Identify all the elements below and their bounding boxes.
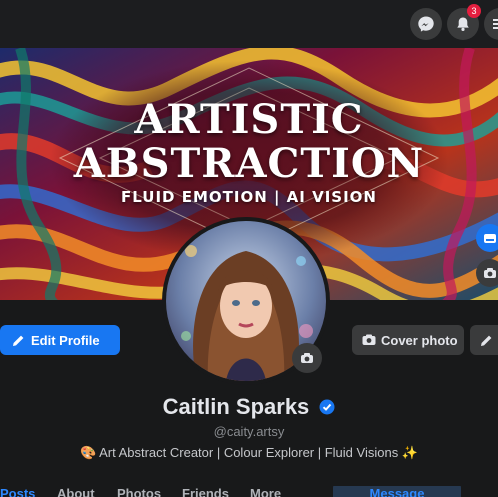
- camera-icon: [362, 334, 376, 345]
- tab-more[interactable]: More: [250, 486, 281, 497]
- side-camera-button[interactable]: [476, 259, 498, 287]
- profile-picture-frame[interactable]: [162, 217, 330, 385]
- cover-subtitle: FLUID EMOTION | AI VISION: [121, 188, 377, 206]
- messenger-button[interactable]: [410, 8, 442, 40]
- profile-name: Caitlin Sparks: [162, 394, 310, 419]
- cover-title-line2: ABSTRACTION: [73, 140, 425, 187]
- bell-icon: [457, 17, 469, 31]
- tab-posts[interactable]: Posts: [0, 486, 35, 497]
- pencil-icon: [13, 335, 24, 346]
- cover-title-line1: ARTISTIC: [134, 96, 364, 143]
- message-button[interactable]: Message: [333, 486, 461, 497]
- profile-bio: 🎨 Art Abstract Creator | Colour Explorer…: [79, 445, 418, 460]
- notifications-button[interactable]: 3: [447, 4, 481, 40]
- top-bar: 3: [0, 0, 498, 48]
- menu-button[interactable]: [484, 8, 498, 40]
- profile-tabs: Posts About Photos Friends More Message: [0, 486, 498, 497]
- menu-icon: [493, 19, 498, 29]
- message-label: Message: [369, 486, 425, 497]
- cover-photo-label: Cover photo: [381, 332, 458, 348]
- verified-badge-icon: [319, 399, 335, 415]
- cover-photo-button[interactable]: Cover photo: [352, 325, 464, 355]
- profile-card-icon: [484, 234, 496, 243]
- pencil-icon: [481, 335, 492, 346]
- camera-icon: [484, 268, 496, 278]
- profile-handle: @caity.artsy: [213, 424, 285, 439]
- camera-icon: [301, 353, 313, 363]
- edit-cover-button[interactable]: [470, 325, 498, 355]
- edit-profile-label: Edit Profile: [31, 332, 100, 348]
- notification-count-badge: 3: [467, 4, 481, 18]
- side-action-button[interactable]: [476, 224, 498, 252]
- tab-photos[interactable]: Photos: [117, 486, 161, 497]
- tab-friends[interactable]: Friends: [182, 486, 229, 497]
- profile-name-row: Caitlin Sparks: [0, 394, 498, 420]
- avatar-camera-button[interactable]: [292, 343, 322, 373]
- tab-about[interactable]: About: [57, 486, 95, 497]
- edit-profile-button[interactable]: Edit Profile: [0, 325, 120, 355]
- messenger-icon: [418, 16, 434, 32]
